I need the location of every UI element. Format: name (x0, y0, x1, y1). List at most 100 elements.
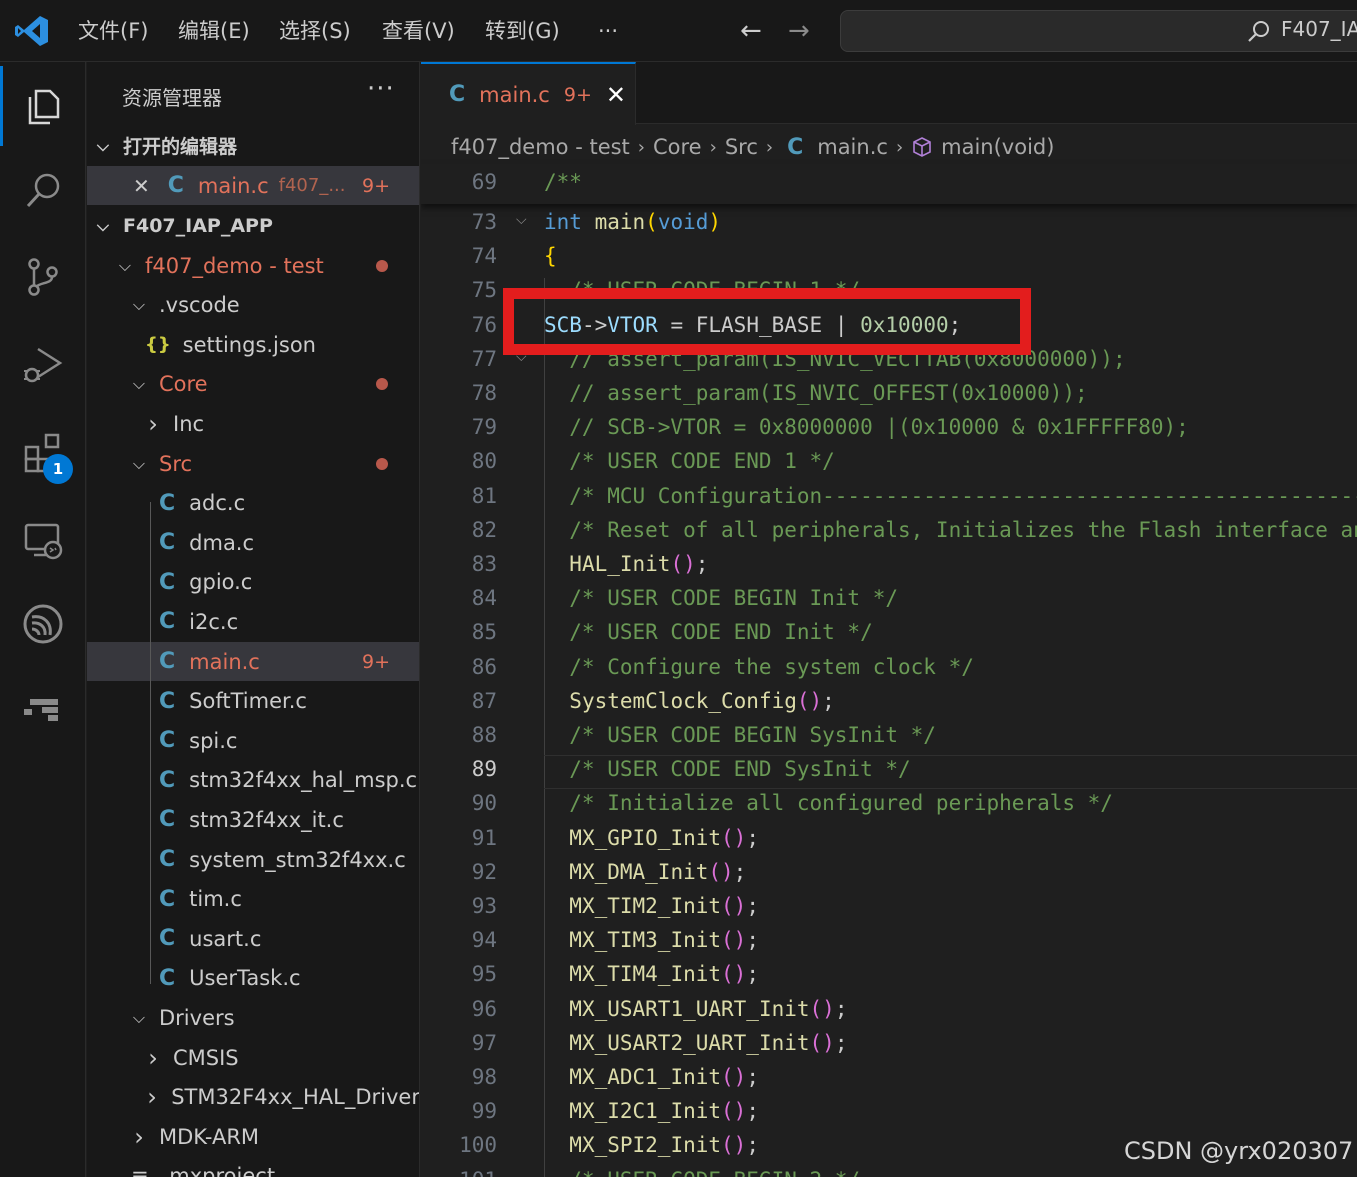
menu-view[interactable]: 查看(V) (382, 16, 455, 46)
code-bracket: () (708, 859, 734, 884)
c-file-icon: C (159, 530, 176, 556)
line-number: 77 (471, 346, 497, 371)
breadcrumb-folder[interactable]: f407_demo - test (451, 135, 630, 159)
open-editor-item[interactable]: ✕ C main.c f407_... 9+ (87, 166, 419, 205)
code-line: { (544, 244, 557, 268)
breadcrumb-core[interactable]: Core (653, 135, 702, 159)
tree-item[interactable]: › STM32F4xx_HAL_Driver (87, 1078, 419, 1117)
chevron-down-icon: ⌵ (132, 453, 146, 473)
sidebar-more-icon[interactable]: ··· (367, 74, 395, 104)
tree-item[interactable]: C UserTask.c (87, 959, 419, 998)
breadcrumb-src[interactable]: Src (725, 135, 758, 159)
activity-bar: 1 (0, 62, 86, 1177)
tree-item[interactable]: › CMSIS (87, 1038, 419, 1077)
tree-item[interactable]: Cadc.c (87, 484, 419, 523)
tree-item[interactable]: ⌵ Core (87, 365, 419, 404)
chevron-right-icon: › (147, 1083, 157, 1112)
tree-item[interactable]: Ci2c.c (87, 602, 419, 641)
chevron-right-icon: › (148, 409, 158, 438)
line-number: 101 (421, 1168, 497, 1177)
open-editor-path: f407_... (278, 175, 346, 196)
line-number: 75 (471, 278, 497, 303)
tree-item-label: MDK-ARM (159, 1124, 260, 1149)
code-line: MX_TIM4_Init(); (569, 962, 759, 987)
menu-go[interactable]: 转到(G) (485, 16, 560, 46)
tree-item[interactable]: ≡ .mxproject (87, 1157, 419, 1177)
tree-item-label: adc.c (189, 491, 246, 516)
explorer-icon[interactable] (0, 66, 86, 146)
tree-item[interactable]: C SoftTimer.c (87, 682, 419, 721)
run-debug-icon[interactable] (0, 324, 86, 404)
source-control-icon[interactable] (0, 237, 86, 317)
line-number: 89 (471, 757, 497, 782)
search-icon[interactable] (0, 151, 86, 231)
code-bracket: { (544, 244, 557, 269)
back-arrow-icon[interactable]: ← (740, 16, 762, 46)
tree-item[interactable]: Cusart.c (87, 919, 419, 958)
remote-explorer-icon[interactable] (0, 500, 86, 580)
espressif-icon[interactable] (0, 584, 86, 664)
line-number: 95 (471, 962, 497, 987)
explorer-sidebar: 资源管理器 ··· ⌵ 打开的编辑器 ✕ C main.c f407_... 9… (87, 62, 420, 1177)
sticky-scroll[interactable]: 69 /** (421, 164, 1357, 204)
tree-item[interactable]: ⌵ .vscode (87, 286, 419, 325)
code-function: HAL_Init (569, 552, 671, 576)
tree-item-label: SoftTimer.c (189, 689, 307, 714)
close-icon[interactable]: ✕ (133, 174, 150, 198)
tree-item-label: usart.c (189, 926, 262, 951)
tree-item[interactable]: Cstm32f4xx_hal_msp.c (87, 761, 419, 800)
extensions-icon[interactable] (0, 412, 86, 492)
tree-item[interactable]: Cdma.c (87, 523, 419, 562)
tree-item[interactable]: ⌵ f407_demo - test (87, 246, 419, 285)
fold-chevron-icon[interactable]: ⌵ (516, 212, 532, 228)
code-function: MX_TIM2_Init (569, 894, 722, 918)
code-bracket: ( (645, 210, 658, 234)
code-bracket: () (721, 825, 747, 850)
tree-item[interactable]: ⌵ Drivers (87, 998, 419, 1037)
tree-item[interactable]: Ctim.c (87, 880, 419, 919)
code-keyword: int (544, 210, 582, 234)
code-line: // assert_param(IS_NVIC_OFFEST(0x10000))… (544, 381, 1088, 405)
tree-item[interactable]: ⌵ Src (87, 444, 419, 483)
vscode-logo-icon[interactable] (14, 14, 50, 48)
tree-item[interactable]: › MDK-ARM (87, 1117, 419, 1156)
menu-file[interactable]: 文件(F) (78, 16, 148, 46)
menu-more[interactable]: ··· (598, 16, 618, 46)
breadcrumb-symbol[interactable]: main(void) (941, 135, 1054, 159)
code-line: SystemClock_Config(); (569, 688, 835, 713)
line-number: 97 (471, 1030, 497, 1055)
line-number: 76 (471, 312, 497, 337)
indent-guide (150, 502, 151, 984)
command-center-search[interactable]: F407_IAP (840, 10, 1357, 52)
code-line: /* USER CODE BEGIN Init */ (544, 586, 899, 611)
tree-item[interactable]: Cgpio.c (87, 563, 419, 602)
tree-item-label: spi.c (189, 728, 238, 753)
tree-item[interactable]: Cmain.c 9+ (87, 642, 419, 681)
code-function: MX_GPIO_Init (569, 825, 722, 850)
breadcrumb-file[interactable]: main.c (817, 135, 888, 159)
tree-item-label: tim.c (189, 887, 242, 912)
json-file-icon: {} (145, 334, 171, 356)
forward-arrow-icon[interactable]: → (788, 16, 810, 46)
menu-selection[interactable]: 选择(S) (279, 16, 351, 46)
code-bracket: () (721, 1065, 747, 1089)
open-editors-header[interactable]: ⌵ 打开的编辑器 (87, 126, 419, 165)
tree-item[interactable]: Cstm32f4xx_it.c (87, 800, 419, 839)
line-number: 78 (471, 381, 497, 405)
c-file-icon: C (159, 728, 176, 754)
c-file-icon: C (787, 134, 804, 160)
tree-item-label: settings.json (182, 332, 316, 357)
tree-item[interactable]: {} settings.json (87, 325, 419, 364)
close-icon[interactable]: ✕ (606, 81, 626, 109)
tree-item-label: Drivers (159, 1005, 235, 1030)
tab-main-c[interactable]: C main.c 9+ ✕ (421, 62, 636, 125)
tree-item-label: .mxproject (162, 1164, 276, 1177)
workspace-header[interactable]: ⌵ F407_IAP_APP (87, 206, 419, 245)
tree-item[interactable]: Csystem_stm32f4xx.c (87, 840, 419, 879)
tree-item[interactable]: Cspi.c (87, 721, 419, 760)
platform-icon[interactable] (0, 670, 86, 750)
code-line: /* USER CODE BEGIN SysInit */ (544, 723, 936, 747)
code-line: MX_SPI2_Init(); (569, 1133, 759, 1158)
menu-edit[interactable]: 编辑(E) (178, 16, 250, 46)
tree-item[interactable]: › Inc (87, 404, 419, 443)
